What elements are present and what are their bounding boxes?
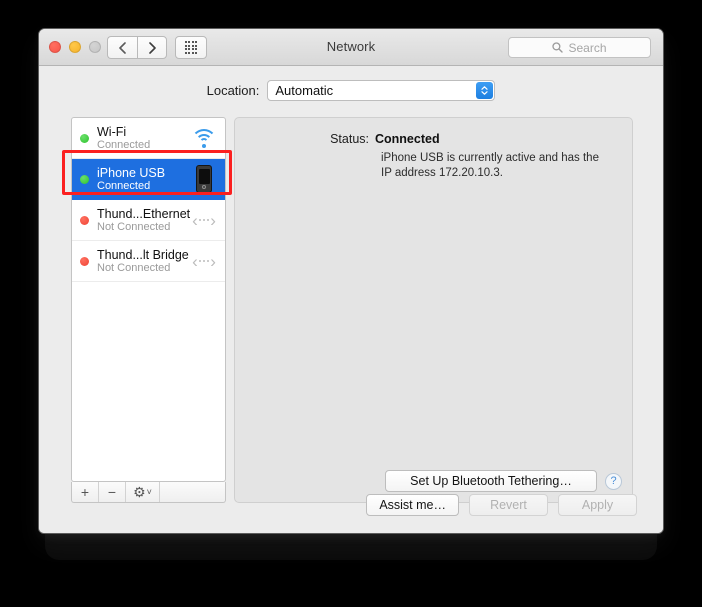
- services-toolbar: + − ⚙ ˅: [71, 482, 226, 503]
- search-placeholder: Search: [568, 40, 607, 55]
- setup-bluetooth-tethering-button[interactable]: Set Up Bluetooth Tethering…: [385, 470, 597, 492]
- remove-service-button[interactable]: −: [99, 482, 126, 502]
- plus-icon: +: [80, 484, 90, 500]
- service-name: iPhone USB: [97, 165, 166, 180]
- chevron-down-icon: ˅: [146, 487, 152, 497]
- network-preferences-window: Network Search Location: Automatic Wi-Fi…: [38, 28, 664, 534]
- status-row: Status: Connected: [235, 132, 632, 146]
- service-row-wifi[interactable]: Wi-Fi Connected: [72, 118, 225, 159]
- service-text: Wi-Fi Connected: [97, 125, 190, 152]
- revert-button: Revert: [469, 494, 548, 516]
- location-selected-value: Automatic: [275, 83, 334, 98]
- location-row: Location: Automatic: [39, 80, 663, 101]
- help-button[interactable]: ?: [605, 472, 622, 490]
- window-footer-buttons: Assist me… Revert Apply: [366, 494, 637, 516]
- location-popup-button[interactable]: Automatic: [267, 80, 496, 101]
- status-value: Connected: [375, 132, 440, 146]
- service-detail-panel: Status: Connected iPhone USB is currentl…: [234, 117, 633, 503]
- gear-icon: ⚙: [133, 483, 146, 500]
- thunderbolt-icon: ‹ ›: [192, 210, 216, 230]
- status-description: iPhone USB is currently active and has t…: [381, 152, 599, 179]
- service-name: Wi-Fi: [97, 124, 127, 139]
- service-actions-button[interactable]: ⚙ ˅: [126, 482, 160, 502]
- wifi-icon: [190, 123, 218, 153]
- service-status: Connected: [97, 179, 151, 192]
- service-status: Not Connected: [97, 261, 171, 274]
- popup-stepper-icon[interactable]: [476, 82, 494, 99]
- network-services-list[interactable]: Wi-Fi Connected iPhone USB Connected Thu…: [71, 117, 226, 482]
- window-titlebar: Network Search: [39, 29, 663, 66]
- service-name: Thund...lt Bridge: [97, 247, 189, 262]
- service-row-thunderbolt-bridge[interactable]: Thund...lt Bridge Not Connected ‹ ›: [72, 241, 225, 282]
- iphone-icon: [190, 164, 218, 194]
- chevron-down-icon: [481, 91, 488, 95]
- service-text: Thund...Ethernet Not Connected: [97, 207, 190, 234]
- tethering-row: Set Up Bluetooth Tethering… ?: [235, 470, 632, 492]
- minus-icon: −: [107, 484, 117, 500]
- status-indicator-dot: [80, 215, 89, 225]
- chevron-up-icon: [481, 86, 488, 90]
- status-label: Status:: [330, 132, 369, 146]
- screenshot-root: Network Search Location: Automatic Wi-Fi…: [0, 0, 702, 607]
- service-name: Thund...Ethernet: [97, 206, 191, 221]
- status-indicator-dot: [80, 133, 89, 143]
- add-service-button[interactable]: +: [72, 482, 99, 502]
- service-text: iPhone USB Connected: [97, 166, 190, 193]
- thunderbolt-icon: ‹ ›: [192, 251, 216, 271]
- assist-me-button[interactable]: Assist me…: [366, 494, 459, 516]
- service-text: Thund...lt Bridge Not Connected: [97, 248, 190, 275]
- status-indicator-dot: [80, 174, 89, 184]
- location-label: Location:: [206, 83, 260, 98]
- service-row-iphone-usb[interactable]: iPhone USB Connected: [72, 159, 225, 200]
- service-status: Connected: [97, 138, 151, 151]
- search-icon: [552, 42, 564, 53]
- apply-button: Apply: [558, 494, 637, 516]
- service-row-thunderbolt-ethernet[interactable]: Thund...Ethernet Not Connected ‹ ›: [72, 200, 225, 241]
- service-status: Not Connected: [97, 220, 171, 233]
- status-indicator-dot: [80, 256, 89, 266]
- window-body: Location: Automatic Wi-Fi Connected iPho…: [39, 66, 663, 533]
- search-field[interactable]: Search: [508, 37, 651, 58]
